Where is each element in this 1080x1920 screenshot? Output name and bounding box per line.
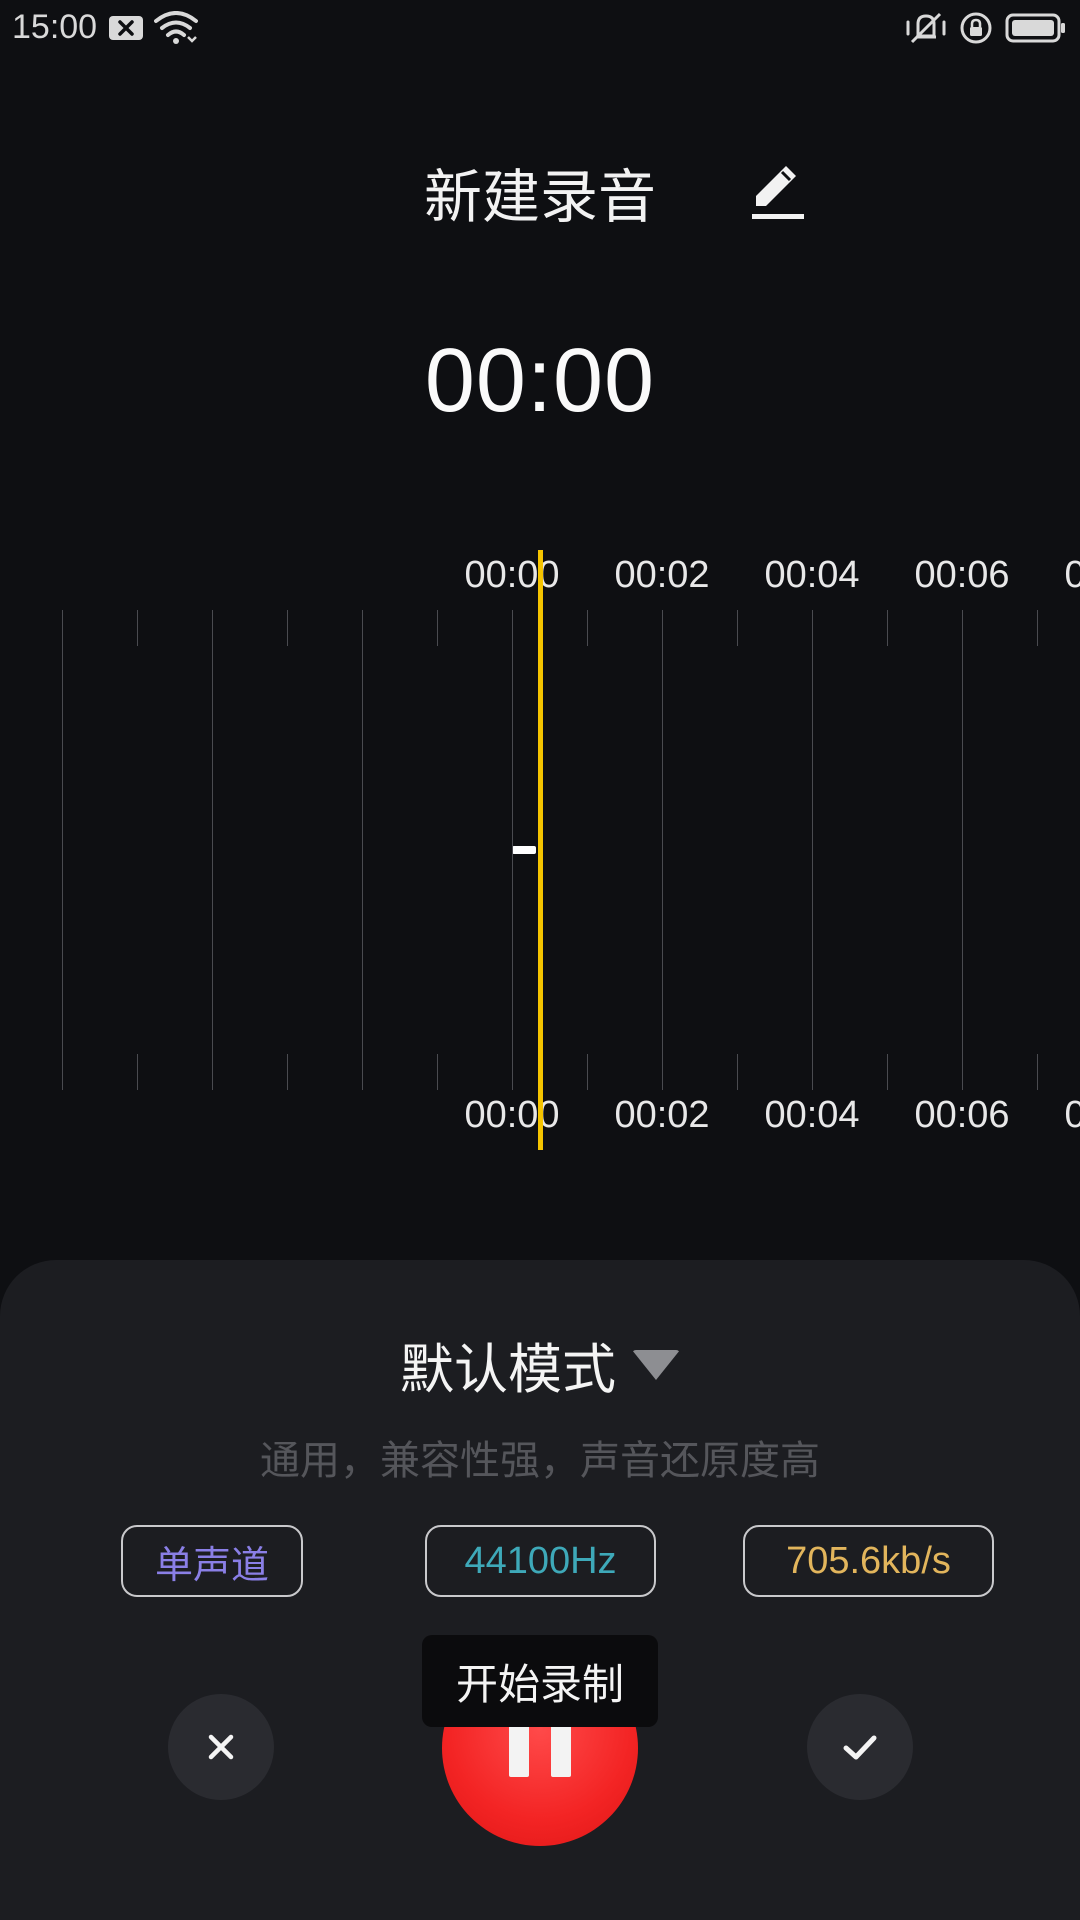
wifi-icon <box>154 10 198 46</box>
bitrate-chip[interactable]: 705.6kb/s <box>743 1525 994 1597</box>
timeline-minor-tick <box>437 1054 438 1090</box>
rotation-lock-icon <box>956 10 996 46</box>
timeline-top-label: 00:08 <box>1064 554 1080 596</box>
vibrate-icon <box>904 10 948 46</box>
timeline-major-gridline <box>662 610 663 1090</box>
timeline-major-gridline <box>962 610 963 1090</box>
start-recording-tooltip: 开始录制 <box>422 1635 658 1727</box>
audio-level-marker <box>512 846 536 854</box>
notification-x-icon <box>108 10 144 46</box>
timeline-minor-tick <box>737 610 738 646</box>
timeline-bottom-label: 00:08 <box>1064 1094 1080 1136</box>
dropdown-caret-icon <box>632 1349 680 1380</box>
recording-title: 新建录音 <box>423 163 656 231</box>
timeline-bottom-label: 00:06 <box>914 1094 1010 1136</box>
status-bar: 15:00 <box>0 0 1080 56</box>
waveform-timeline: 00:00 00:02 00:04 00:06 00:08 00:00 00:02 00:04… <box>0 550 1080 1150</box>
battery-icon <box>1004 10 1068 46</box>
timeline-minor-tick <box>437 610 438 646</box>
status-time: 15:00 <box>12 8 98 46</box>
channel-chip[interactable]: 单声道 <box>121 1525 303 1597</box>
mode-description: 通用，兼容性强，声音还原度高 <box>260 1438 820 1484</box>
check-icon <box>843 1735 877 1760</box>
timeline-major-gridline <box>812 610 813 1090</box>
timeline-major-gridline <box>362 610 363 1090</box>
pause-icon <box>509 1721 571 1777</box>
timeline-top-label: 00:06 <box>914 554 1010 596</box>
timeline-minor-tick <box>1037 1054 1038 1090</box>
edit-pencil-icon[interactable] <box>742 156 814 228</box>
confirm-button[interactable] <box>807 1694 913 1800</box>
timeline-major-gridline <box>512 610 513 1090</box>
timeline-minor-tick <box>137 1054 138 1090</box>
mode-label: 默认模式 <box>400 1338 616 1401</box>
timeline-minor-tick <box>287 1054 288 1090</box>
timeline-minor-tick <box>737 1054 738 1090</box>
timeline-minor-tick <box>887 610 888 646</box>
timeline-top-label: 00:02 <box>614 554 710 596</box>
timeline-top-label: 00:00 <box>464 554 560 596</box>
timeline-major-gridline <box>212 610 213 1090</box>
timeline-minor-tick <box>1037 610 1038 646</box>
timeline-minor-tick <box>137 610 138 646</box>
playhead[interactable] <box>538 550 543 1150</box>
mode-selector[interactable]: 默认模式 <box>0 1325 1080 1404</box>
timeline-bottom-label: 00:02 <box>614 1094 710 1136</box>
timeline-minor-tick <box>887 1054 888 1090</box>
timeline-top-label: 00:04 <box>764 554 860 596</box>
timeline-bottom-label: 00:00 <box>464 1094 560 1136</box>
timeline-bottom-label: 00:04 <box>764 1094 860 1136</box>
timeline-minor-tick <box>587 1054 588 1090</box>
cancel-button[interactable] <box>168 1694 274 1800</box>
timeline-minor-tick <box>287 610 288 646</box>
timeline-minor-tick <box>587 610 588 646</box>
elapsed-timer: 00:00 <box>424 331 656 431</box>
sample-rate-chip[interactable]: 44100Hz <box>425 1525 656 1597</box>
close-icon <box>208 1734 234 1760</box>
timeline-major-gridline <box>62 610 63 1090</box>
